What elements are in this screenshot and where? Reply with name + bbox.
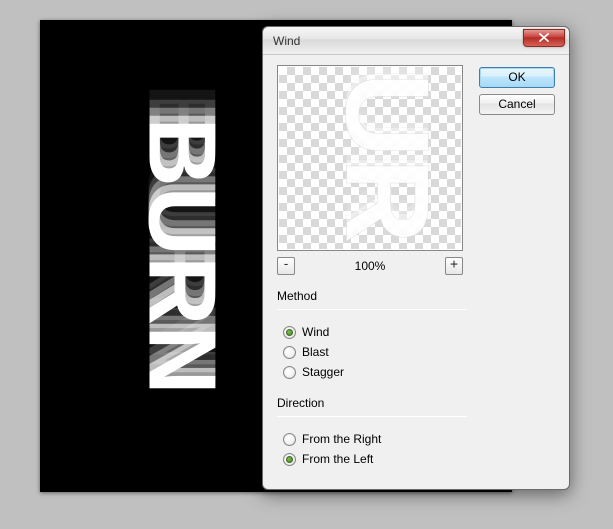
zoom-in-button[interactable]: + [445,257,463,275]
svg-text:UR: UR [321,72,453,243]
radio-icon [283,366,296,379]
method-option-wind[interactable]: Wind [277,322,467,342]
direction-group: Direction From the Right From the Left [277,396,467,469]
svg-text:BURN: BURN [129,117,236,394]
zoom-level: 100% [355,259,386,273]
radio-label: Blast [302,345,329,359]
titlebar[interactable]: Wind [263,27,569,55]
ok-button[interactable]: OK [479,67,555,88]
radio-label: Stagger [302,365,344,379]
direction-option-right[interactable]: From the Right [277,429,467,449]
radio-label: From the Left [302,452,373,466]
method-option-stagger[interactable]: Stagger [277,362,467,382]
direction-option-left[interactable]: From the Left [277,449,467,469]
dialog-title: Wind [273,34,523,48]
zoom-out-button[interactable]: - [277,257,295,275]
wind-dialog: Wind [262,26,570,490]
radio-label: From the Right [302,432,381,446]
preview-area[interactable]: UR [277,65,463,251]
radio-icon [283,433,296,446]
canvas-text: BURN [40,20,270,492]
radio-label: Wind [302,325,329,339]
cancel-button[interactable]: Cancel [479,94,555,115]
method-group: Method Wind Blast Stagger [277,289,467,382]
method-label: Method [277,289,467,303]
close-button[interactable] [523,29,565,47]
radio-icon [283,453,296,466]
close-icon [539,33,549,42]
radio-icon [283,326,296,339]
radio-icon [283,346,296,359]
preview-content: UR [279,67,461,249]
method-option-blast[interactable]: Blast [277,342,467,362]
direction-label: Direction [277,396,467,410]
